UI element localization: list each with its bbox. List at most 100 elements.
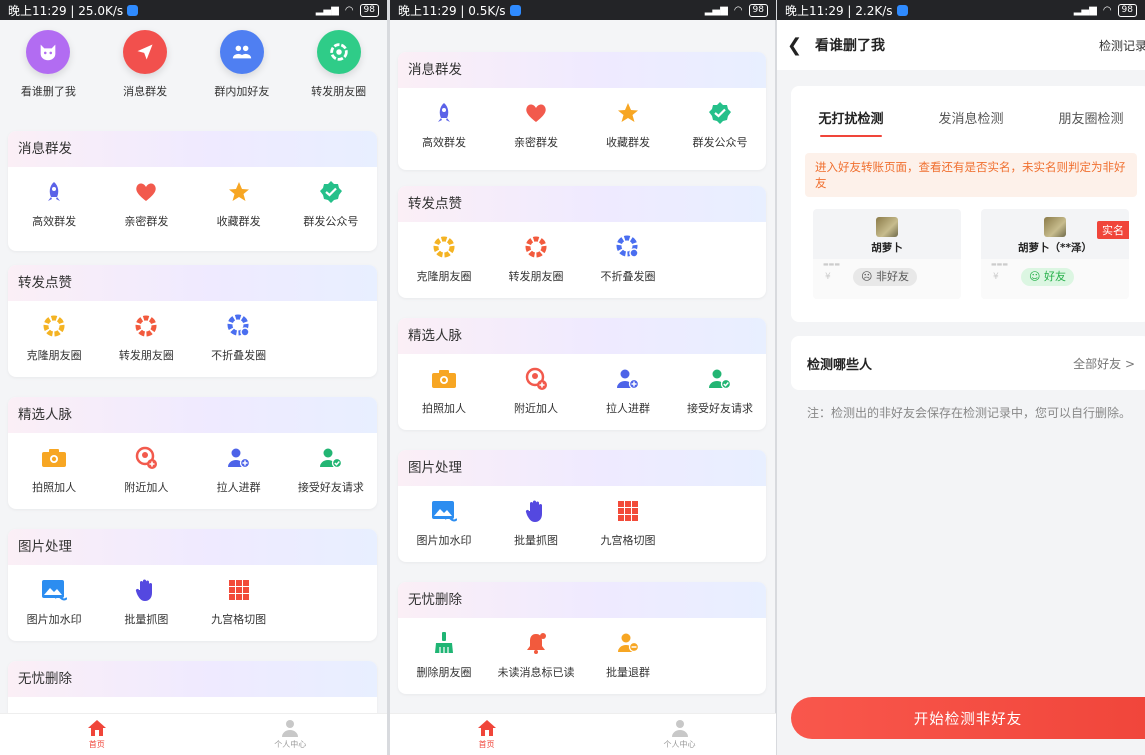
demo-friend: 实名 胡萝卜（**泽） ▬▬▬ ¥ ☺ 好友 [981,209,1129,299]
quick-forward-moments[interactable]: 转发朋友圈 [290,30,387,99]
leave-group-icon [615,630,641,656]
item-efficient-broadcast[interactable]: 高效群发 [398,100,490,160]
quick-group-add-friend[interactable]: 群内加好友 [194,30,291,99]
item-label: 亲密群发 [124,215,169,228]
item-no-fold-post[interactable]: 不折叠发圈 [193,313,285,373]
wifi-icon: ◠ [344,4,354,16]
section-title: 无忧删除 [398,582,766,618]
item-forward-moments[interactable]: 转发朋友圈 [100,313,192,373]
yen-icon: ¥ [825,272,831,282]
tab-message-detect[interactable]: 发消息检测 [911,108,1031,137]
grid-icon [615,498,641,524]
verified-badge-icon [707,100,733,126]
tab-moments-detect[interactable]: 朋友圈检测 [1031,108,1145,137]
quick-label: 看谁删了我 [20,85,76,98]
heart-icon [133,179,159,205]
item-nearby-add[interactable]: 附近加人 [100,445,192,505]
item-label: 接受好友请求 [687,402,753,415]
aperture-red-icon [523,234,549,260]
aperture-gold-icon [431,234,457,260]
section-title: 转发点赞 [8,265,377,301]
avatar [1044,217,1066,237]
item-batch-capture[interactable]: 批量抓图 [490,498,582,558]
verified-badge-icon [318,179,344,205]
detection-records-link[interactable]: 检测记录 [1099,37,1145,54]
item-label: 不折叠发圈 [600,270,656,283]
section-title: 精选人脉 [398,318,766,354]
screen-who-deleted-me: 晚上11:29 | 2.2K/s ▂▄▆ ◠ 98 ❮ 看谁删了我 检测记录 无… [777,0,1145,755]
item-favorite-broadcast[interactable]: 收藏群发 [582,100,674,160]
item-photo-add[interactable]: 拍照加人 [398,366,490,426]
home-icon [477,720,496,736]
item-intimate-broadcast[interactable]: 亲密群发 [490,100,582,160]
hand-icon [133,577,159,603]
accept-friend-icon [707,366,733,392]
item-label: 批量抓图 [124,613,169,626]
nearby-add-icon [133,445,159,471]
item-image-watermark[interactable]: 图片加水印 [8,577,100,637]
section-title: 无忧删除 [8,661,377,697]
real-name-tag: 实名 [1097,221,1129,239]
item-nine-grid-cut[interactable]: 九宫格切图 [582,498,674,558]
item-label: 高效群发 [422,136,466,149]
item-mark-unread-as-read[interactable]: 未读消息标已读 [490,630,582,690]
start-detect-button[interactable]: 开始检测非好友 [791,697,1145,739]
item-official-account-broadcast[interactable]: 群发公众号 [285,179,377,239]
home-icon [87,720,106,736]
item-forward-moments[interactable]: 转发朋友圈 [490,234,582,294]
signal-icon: ▂▄▆ [704,4,728,16]
item-label: 批量退群 [606,666,650,679]
app-notification-icon [127,4,139,16]
item-batch-leave-group[interactable]: 批量退群 [582,630,674,690]
item-nine-grid-cut[interactable]: 九宫格切图 [193,577,285,637]
item-clone-moments[interactable]: 克隆朋友圈 [398,234,490,294]
item-label: 收藏群发 [216,215,261,228]
item-official-account-broadcast[interactable]: 群发公众号 [674,100,766,160]
avatar [876,217,898,237]
item-pull-into-group[interactable]: 拉人进群 [193,445,285,505]
item-efficient-broadcast[interactable]: 高效群发 [8,179,100,239]
group-icon [219,30,264,74]
tab-home[interactable]: 首页 [390,714,583,755]
item-accept-friend-request[interactable]: 接受好友请求 [674,366,766,426]
item-pull-into-group[interactable]: 拉人进群 [582,366,674,426]
tab-profile[interactable]: 个人中心 [583,714,776,755]
note-text: 注：检测出的非好友会保存在检测记录中，您可以自行删除。 [807,406,1132,420]
tab-label: 个人中心 [663,740,696,749]
bottom-tab-bar: 首页 个人中心 [390,713,776,755]
section-forward-like: 转发点赞 克隆朋友圈 转发朋友圈 不折叠发圈 [8,265,377,377]
item-no-fold-post[interactable]: 不折叠发圈 [582,234,674,294]
item-photo-add[interactable]: 拍照加人 [8,445,100,505]
signal-icon: ▂▄▆ [1073,4,1097,16]
status-text: 晚上11:29 | 25.0K/s [8,3,124,18]
item-image-watermark[interactable]: 图片加水印 [398,498,490,558]
item-batch-capture[interactable]: 批量抓图 [100,577,192,637]
quick-who-deleted-me[interactable]: 看谁删了我 [0,30,97,99]
app-notification-icon [509,4,521,16]
item-accept-friend-request[interactable]: 接受好友请求 [285,445,377,505]
item-intimate-broadcast[interactable]: 亲密群发 [100,179,192,239]
quick-label: 转发朋友圈 [311,85,367,98]
item-nearby-add[interactable]: 附近加人 [490,366,582,426]
tab-label: 首页 [88,740,105,749]
item-favorite-broadcast[interactable]: 收藏群发 [193,179,285,239]
accept-friend-icon [318,445,344,471]
section-title: 精选人脉 [8,397,377,433]
quick-message-broadcast[interactable]: 消息群发 [97,30,194,99]
item-label: 九宫格切图 [211,613,267,626]
tab-home[interactable]: 首页 [0,714,194,755]
quick-actions: 看谁删了我 消息群发 群内加好友 转发朋友圈 [0,30,387,99]
tab-profile[interactable]: 个人中心 [194,714,388,755]
item-label: 图片加水印 [26,613,82,626]
item-label: 不折叠发圈 [211,349,267,362]
status-right: ▂▄▆ ◠ 98 [704,3,768,17]
item-delete-moments[interactable]: 删除朋友圈 [398,630,490,690]
battery-icon: 98 [359,3,379,17]
item-clone-moments[interactable]: 克隆朋友圈 [8,313,100,373]
nearby-add-icon [523,366,549,392]
aperture-red-icon [133,313,159,339]
tab-no-disturb-detect[interactable]: 无打扰检测 [791,108,911,137]
detect-target-row[interactable]: 检测哪些人 全部好友 > [791,336,1145,390]
demo-examples: 胡萝卜 ▬▬▬ ¥ ☹ 非好友 实名 胡萝卜（**泽） ▬▬▬ ¥ ☺ 好友 [791,197,1145,299]
back-icon[interactable]: ❮ [787,35,809,56]
